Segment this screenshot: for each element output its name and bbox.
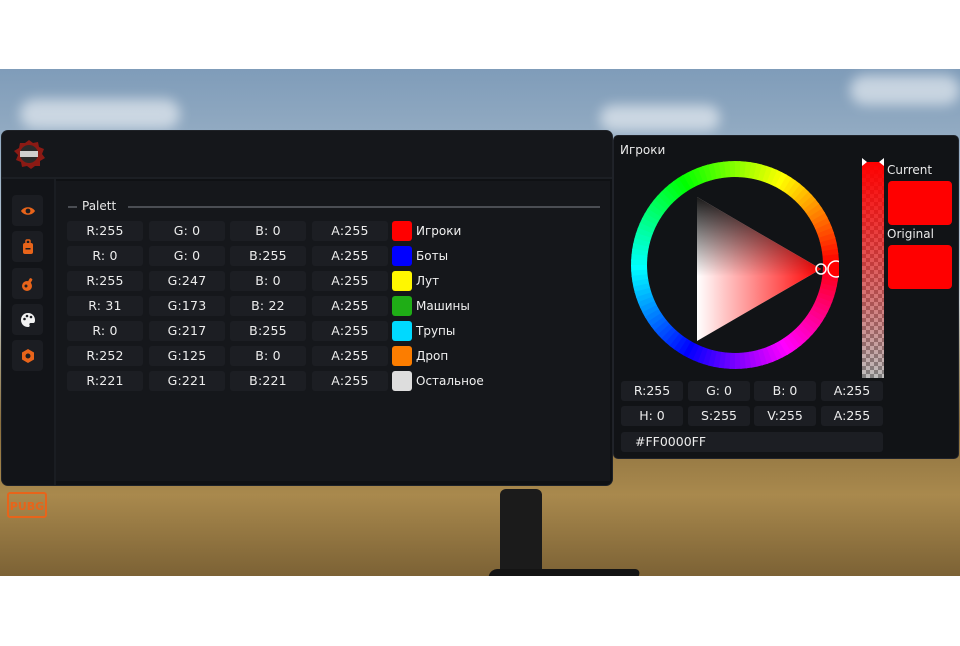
green-value[interactable]: G:125: [149, 346, 225, 366]
sidebar-item-visuals[interactable]: [12, 195, 43, 226]
green-value[interactable]: G:217: [149, 321, 225, 341]
hex-input[interactable]: #FF0000FF: [621, 432, 883, 452]
blue-field[interactable]: B: 0: [754, 381, 816, 401]
logo-icon: [14, 140, 45, 169]
cloud: [600, 105, 720, 131]
green-value[interactable]: G:173: [149, 296, 225, 316]
green-value[interactable]: G: 0: [149, 246, 225, 266]
section-title: Palett: [82, 199, 117, 213]
green-value[interactable]: G:221: [149, 371, 225, 391]
current-label: Current: [887, 163, 933, 177]
original-label: Original: [887, 227, 934, 241]
color-swatch[interactable]: [392, 371, 412, 391]
sidebar: PUBG: [2, 179, 56, 518]
alpha-value[interactable]: A:255: [312, 271, 388, 291]
alpha-field[interactable]: A:255: [821, 381, 883, 401]
palette-row: R:252 G:125 B: 0 A:255 Дроп: [67, 346, 497, 366]
top-bar: [2, 131, 612, 179]
pubg-logo: PUBG: [7, 492, 47, 518]
rgba-row: R:255 G: 0 B: 0 A:255: [621, 381, 883, 401]
gear-icon: [21, 348, 34, 363]
color-swatch[interactable]: [392, 271, 412, 291]
green-field[interactable]: G: 0: [688, 381, 750, 401]
hue-field[interactable]: H: 0: [621, 406, 683, 426]
color-label: Лут: [416, 274, 440, 288]
backpack-icon: [22, 238, 33, 254]
red-field[interactable]: R:255: [621, 381, 683, 401]
cloud: [850, 75, 960, 105]
palette-row: R:255 G: 0 B: 0 A:255 Игроки: [67, 221, 497, 241]
red-value[interactable]: R:255: [67, 221, 143, 241]
divider: [68, 206, 77, 208]
sidebar-item-settings[interactable]: [12, 340, 43, 371]
alpha-slider[interactable]: [862, 158, 884, 378]
hue-handle[interactable]: [827, 260, 839, 278]
value-field[interactable]: V:255: [754, 406, 816, 426]
blue-value[interactable]: B:255: [230, 246, 306, 266]
red-value[interactable]: R:255: [67, 271, 143, 291]
blue-value[interactable]: B: 0: [230, 346, 306, 366]
color-swatch[interactable]: [392, 246, 412, 266]
hsva-row: H: 0 S:255 V:255 A:255: [621, 406, 883, 426]
alpha-value[interactable]: A:255: [312, 321, 388, 341]
color-swatch[interactable]: [392, 296, 412, 316]
palette-content: Palett R:255 G: 0 B: 0 A:255 Игроки R: 0 G: 0B…: [56, 181, 610, 481]
green-value[interactable]: G: 0: [149, 221, 225, 241]
alpha-value[interactable]: A:255: [312, 246, 388, 266]
alpha-value[interactable]: A:255: [312, 221, 388, 241]
alpha-value[interactable]: A:255: [312, 371, 388, 391]
svg-text:PUBG: PUBG: [10, 500, 44, 513]
blue-value[interactable]: B: 0: [230, 271, 306, 291]
red-value[interactable]: R:252: [67, 346, 143, 366]
blue-value[interactable]: B:221: [230, 371, 306, 391]
color-label: Остальное: [416, 374, 484, 388]
red-value[interactable]: R: 31: [67, 296, 143, 316]
color-label: Дроп: [416, 349, 449, 363]
saturation-field[interactable]: S:255: [688, 406, 750, 426]
weapon-body: [465, 569, 641, 576]
palette-row: R: 31 G:173 B: 22 A:255 Машины: [67, 296, 497, 316]
weapon: [500, 489, 542, 576]
main-panel: PUBG Palett R:255 G: 0 B: 0 A:255 Игроки R: 0…: [2, 131, 612, 518]
palette-row: R:221 G:221 B:221 A:255 Остальное: [67, 371, 497, 391]
color-label: Машины: [416, 299, 470, 313]
palette-row: R:255 G:247 B: 0 A:255 Лут: [67, 271, 497, 291]
color-swatch[interactable]: [392, 221, 412, 241]
sidebar-item-misc[interactable]: [12, 268, 43, 299]
red-value[interactable]: R:221: [67, 371, 143, 391]
color-swatch[interactable]: [392, 346, 412, 366]
red-value[interactable]: R: 0: [67, 321, 143, 341]
color-wheel[interactable]: [631, 161, 839, 369]
color-label: Игроки: [416, 224, 462, 238]
palette-row: R: 0 G: 0 B:255 A:255 Боты: [67, 246, 497, 266]
current-color-swatch: [888, 181, 952, 225]
color-picker-panel: Игроки Current Original R:255 G: 0 B: 0 …: [614, 136, 958, 458]
sidebar-item-palette[interactable]: [12, 304, 43, 335]
sidebar-item-items[interactable]: [12, 231, 43, 262]
divider: [128, 206, 600, 208]
palette-icon: [20, 312, 35, 327]
blue-value[interactable]: B: 22: [230, 296, 306, 316]
cloud: [20, 99, 180, 129]
alpha-value[interactable]: A:255: [312, 346, 388, 366]
alpha-field-hsv[interactable]: A:255: [821, 406, 883, 426]
palette-row: R: 0 G:217 B:255 A:255 Трупы: [67, 321, 497, 341]
color-label: Трупы: [416, 324, 456, 338]
eye-icon: [20, 206, 35, 215]
picker-title: Игроки: [620, 143, 666, 157]
blue-value[interactable]: B: 0: [230, 221, 306, 241]
red-value[interactable]: R: 0: [67, 246, 143, 266]
grenade-icon: [21, 277, 32, 291]
original-color-swatch[interactable]: [888, 245, 952, 289]
alpha-value[interactable]: A:255: [312, 296, 388, 316]
blue-value[interactable]: B:255: [230, 321, 306, 341]
color-label: Боты: [416, 249, 449, 263]
green-value[interactable]: G:247: [149, 271, 225, 291]
color-swatch[interactable]: [392, 321, 412, 341]
